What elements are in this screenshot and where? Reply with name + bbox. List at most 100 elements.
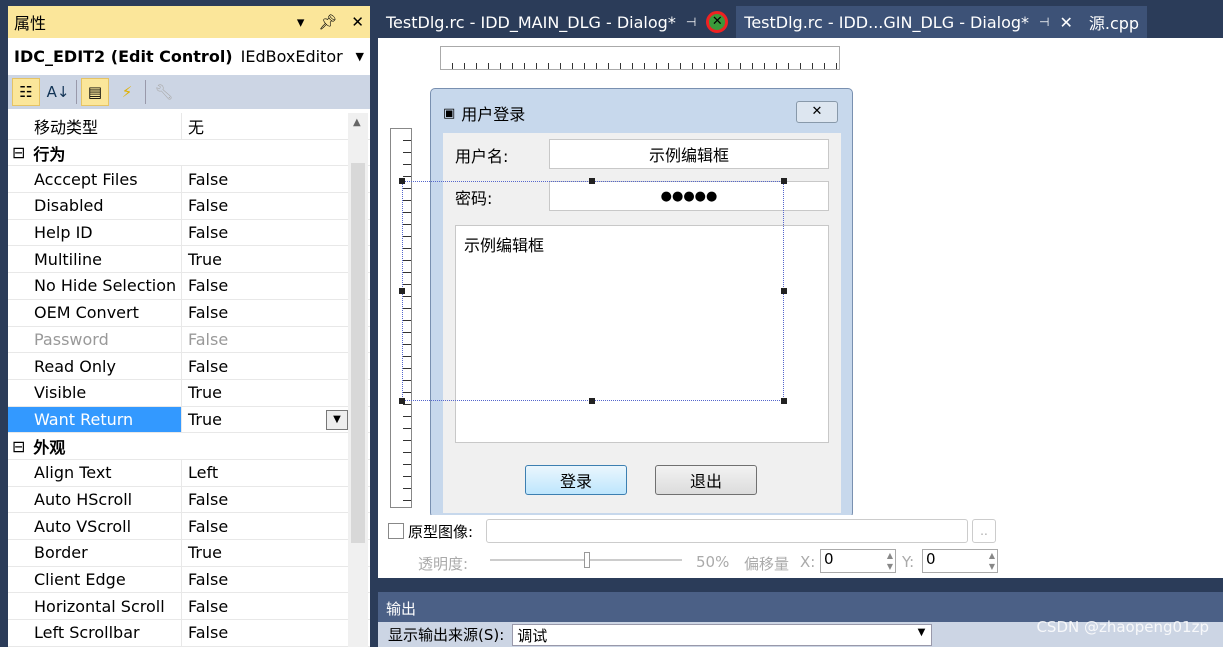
property-value[interactable]: False — [182, 327, 370, 353]
property-category[interactable]: ⊟ 行为 — [8, 139, 370, 167]
overlay-path-input[interactable] — [486, 519, 968, 543]
dialog-icon: ▣ — [443, 105, 456, 121]
resize-handle[interactable] — [399, 178, 405, 184]
resize-handle[interactable] — [781, 398, 787, 404]
collapse-icon[interactable]: ⊟ — [12, 143, 25, 162]
property-row[interactable]: No Hide Selection False — [8, 273, 370, 300]
exit-button[interactable]: 退出 — [655, 465, 757, 495]
resize-handle[interactable] — [399, 398, 405, 404]
property-value[interactable]: True ▼ — [182, 407, 370, 433]
dropdown-button[interactable]: ▼ — [326, 409, 348, 430]
property-value[interactable]: True — [182, 540, 370, 566]
property-name: 移动类型 — [8, 113, 182, 139]
property-value[interactable]: False — [182, 620, 370, 646]
property-name: Align Text — [8, 459, 182, 486]
selection-box[interactable] — [399, 178, 787, 404]
tab-source-cpp[interactable]: 源.cpp — [1080, 6, 1148, 38]
close-icon[interactable]: ✕ — [351, 13, 364, 31]
property-row[interactable]: Password False — [8, 326, 370, 354]
property-value[interactable]: True — [182, 246, 370, 272]
property-value[interactable]: False — [182, 193, 370, 219]
property-value[interactable]: Left — [182, 460, 370, 486]
dropdown-icon[interactable]: ▾ — [297, 13, 305, 31]
property-row[interactable]: Border True — [8, 540, 370, 567]
property-row[interactable]: Auto VScroll False — [8, 513, 370, 540]
resize-handle[interactable] — [589, 178, 595, 184]
property-row[interactable]: Left Scrollbar False — [8, 620, 370, 647]
collapse-icon[interactable]: ⊟ — [12, 437, 25, 456]
y-label: Y: — [902, 553, 915, 571]
object-type: IEdBoxEditor — [240, 46, 343, 66]
property-value[interactable]: 无 — [182, 113, 370, 139]
output-source-select[interactable]: 调试 ▼ — [512, 623, 933, 646]
close-tab-icon[interactable]: ✕ — [1059, 13, 1072, 32]
property-value[interactable]: False — [182, 567, 370, 593]
property-row[interactable]: Visible True — [8, 379, 370, 407]
overlay-image-strip: 原型图像: .. 透明度: 50% 偏移量 X: 0 ▲ ▼ Y: 0 ▲ ▼ — [378, 515, 1223, 578]
property-name: Password — [8, 326, 182, 353]
property-category[interactable]: ⊟ 外观 — [8, 433, 370, 460]
alphabetical-icon[interactable]: A↓ — [44, 78, 72, 106]
property-row[interactable]: Read Only False — [8, 353, 370, 380]
login-button[interactable]: 登录 — [525, 465, 627, 495]
pin-icon[interactable]: ⊣ — [1039, 15, 1049, 29]
horizontal-ruler — [440, 46, 840, 70]
property-row[interactable]: Disabled False — [8, 193, 370, 220]
property-value[interactable]: False — [182, 593, 370, 619]
offset-y-input[interactable]: 0 ▲ ▼ — [922, 549, 998, 573]
dialog-close-button[interactable]: ✕ — [796, 101, 838, 123]
close-tab-icon[interactable]: ✕ — [706, 11, 729, 33]
properties-toolbar: ☷ A↓ ▤ ⚡ 🔧︎ — [8, 75, 370, 109]
object-selector[interactable]: IDC_EDIT2 (Edit Control) IEdBoxEditor ▼ — [8, 40, 370, 72]
property-name: Auto VScroll — [8, 513, 182, 539]
property-value[interactable]: False — [182, 220, 370, 246]
slider-thumb[interactable] — [584, 552, 590, 568]
property-row[interactable]: 移动类型无 — [8, 113, 370, 140]
property-name: Horizontal Scroll — [8, 593, 182, 620]
property-value[interactable]: False — [182, 513, 370, 539]
browse-button[interactable]: .. — [972, 519, 996, 543]
opacity-slider[interactable] — [490, 552, 682, 568]
property-row[interactable]: Horizontal Scroll False — [8, 593, 370, 621]
property-row[interactable]: Acccept Files False — [8, 166, 370, 194]
document-tabs: TestDlg.rc - IDD_MAIN_DLG - Dialog* ⊣ ✕ Te… — [378, 6, 1223, 38]
x-label: X: — [800, 553, 816, 571]
tab-login-dlg[interactable]: TestDlg.rc - IDD...GIN_DLG - Dialog* ⊣ ✕ — [736, 6, 1081, 38]
categorized-icon[interactable]: ☷ — [12, 78, 40, 106]
username-input[interactable]: 示例编辑框 — [549, 139, 829, 169]
resize-handle[interactable] — [399, 288, 405, 294]
property-value[interactable]: False — [182, 273, 370, 299]
offset-x-input[interactable]: 0 ▲ ▼ — [820, 549, 896, 573]
panel-title: 属性 — [14, 14, 47, 33]
property-row[interactable]: Want Return True ▼ — [8, 406, 370, 434]
property-value[interactable]: True — [182, 380, 370, 406]
property-value[interactable]: False — [182, 353, 370, 379]
tab-main-dlg[interactable]: TestDlg.rc - IDD_MAIN_DLG - Dialog* ⊣ ✕ — [378, 6, 736, 38]
resize-handle[interactable] — [781, 178, 787, 184]
resize-handle[interactable] — [589, 398, 595, 404]
property-name: Help ID — [8, 219, 182, 246]
property-row[interactable]: Multiline True — [8, 246, 370, 274]
pin-icon[interactable]: 📌︎ — [318, 13, 337, 31]
property-row[interactable]: Help ID False — [8, 219, 370, 247]
property-pages-icon[interactable]: 🔧︎ — [150, 78, 178, 106]
property-value[interactable]: False — [182, 166, 370, 192]
offset-label: 偏移量 — [744, 555, 790, 573]
source-label: 显示输出来源(S): — [388, 626, 505, 644]
property-value[interactable]: False — [182, 487, 370, 513]
property-row[interactable]: Client Edge False — [8, 566, 370, 594]
property-row[interactable]: Auto HScroll False — [8, 486, 370, 514]
property-row[interactable]: OEM Convert False — [8, 299, 370, 327]
events-icon[interactable]: ⚡ — [113, 78, 141, 106]
property-row[interactable]: Align Text Left — [8, 459, 370, 487]
overlay-label: 原型图像: — [408, 523, 474, 541]
overlay-checkbox[interactable] — [388, 523, 404, 539]
resize-handle[interactable] — [781, 288, 787, 294]
properties-scrollbar[interactable]: ▲ — [348, 113, 368, 647]
chevron-down-icon[interactable]: ▼ — [356, 50, 364, 63]
watermark: CSDN @zhaopeng01zp — [1036, 618, 1209, 636]
property-value[interactable]: False — [182, 300, 370, 326]
properties-icon[interactable]: ▤ — [81, 78, 109, 106]
pin-icon[interactable]: ⊣ — [686, 15, 696, 29]
properties-panel: 属性 ▾ 📌︎ ✕ IDC_EDIT2 (Edit Control) IEdBo… — [8, 6, 370, 647]
